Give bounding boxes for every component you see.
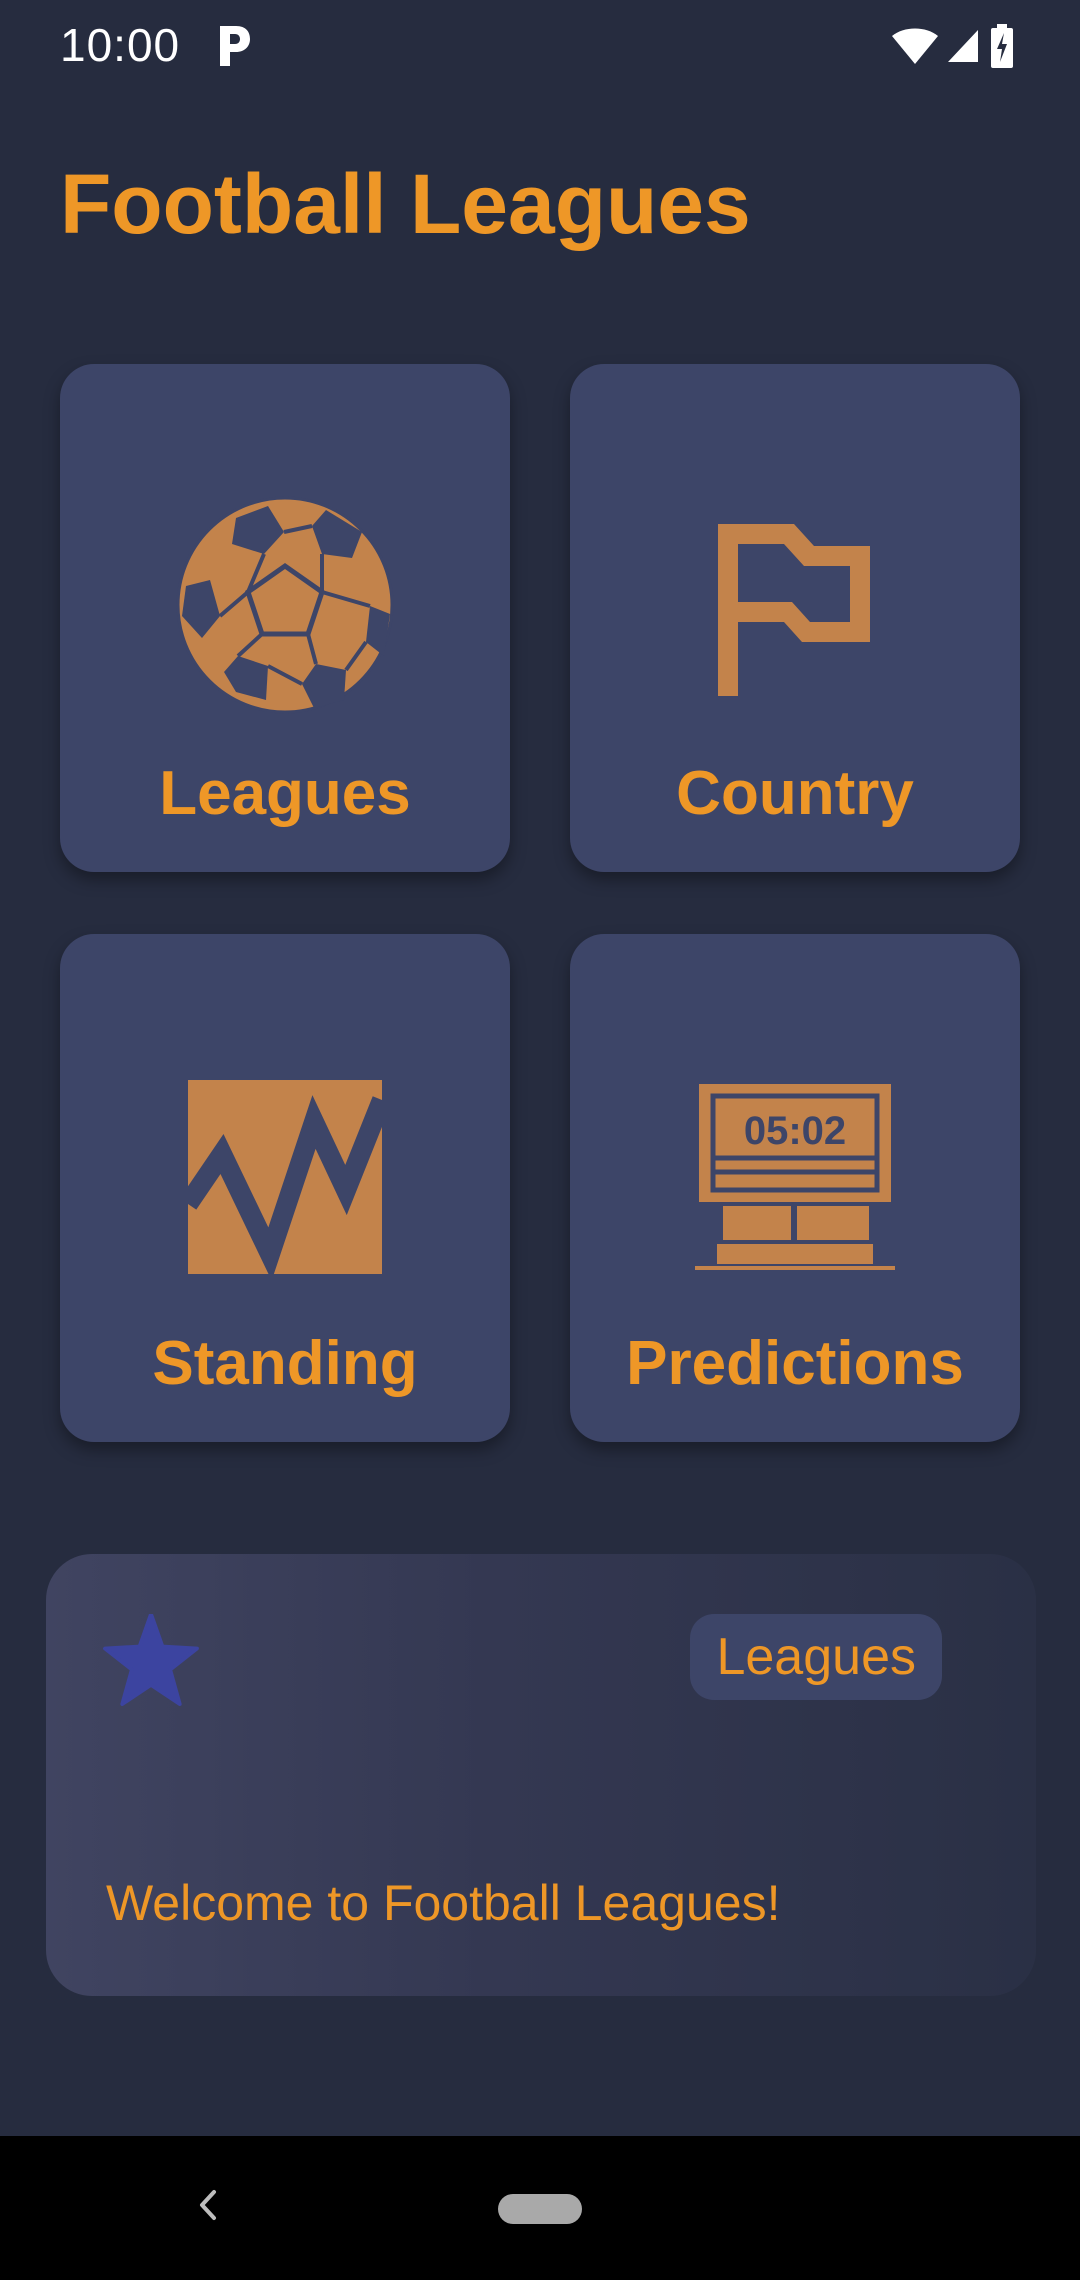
status-icons: [890, 24, 1020, 72]
predictions-tile[interactable]: 05:02 Predictions: [570, 934, 1020, 1442]
status-time: 10:00: [60, 19, 181, 71]
predictions-tile-label: Predictions: [626, 1329, 964, 1398]
scoreboard-icon: 05:02: [570, 1084, 1020, 1270]
page-title: Football Leagues: [60, 157, 751, 251]
welcome-banner: Leagues Welcome to Football Leagues!: [46, 1554, 1036, 1996]
country-tile-label: Country: [676, 759, 914, 828]
soccer-ball-icon: [60, 496, 510, 714]
home-pill[interactable]: [498, 2194, 582, 2224]
standing-tile[interactable]: Standing: [60, 934, 510, 1442]
parking-app-icon: [220, 26, 250, 66]
leagues-tile-label: Leagues: [159, 759, 411, 828]
cellular-signal-icon: [948, 30, 978, 62]
welcome-message: Welcome to Football Leagues!: [106, 1875, 781, 1931]
leagues-chip[interactable]: Leagues: [690, 1614, 942, 1700]
back-icon[interactable]: [192, 2180, 222, 2230]
status-bar: 10:00: [0, 0, 1080, 96]
chart-icon: [60, 1080, 510, 1274]
standing-tile-label: Standing: [152, 1329, 418, 1398]
scoreboard-time: 05:02: [744, 1109, 846, 1153]
flag-icon: [570, 524, 1020, 696]
wifi-icon: [892, 28, 938, 64]
country-tile[interactable]: Country: [570, 364, 1020, 872]
star-icon[interactable]: [102, 1614, 200, 1706]
navigation-bar: [0, 2136, 1080, 2280]
battery-charging-icon: [991, 24, 1013, 68]
leagues-tile[interactable]: Leagues: [60, 364, 510, 872]
